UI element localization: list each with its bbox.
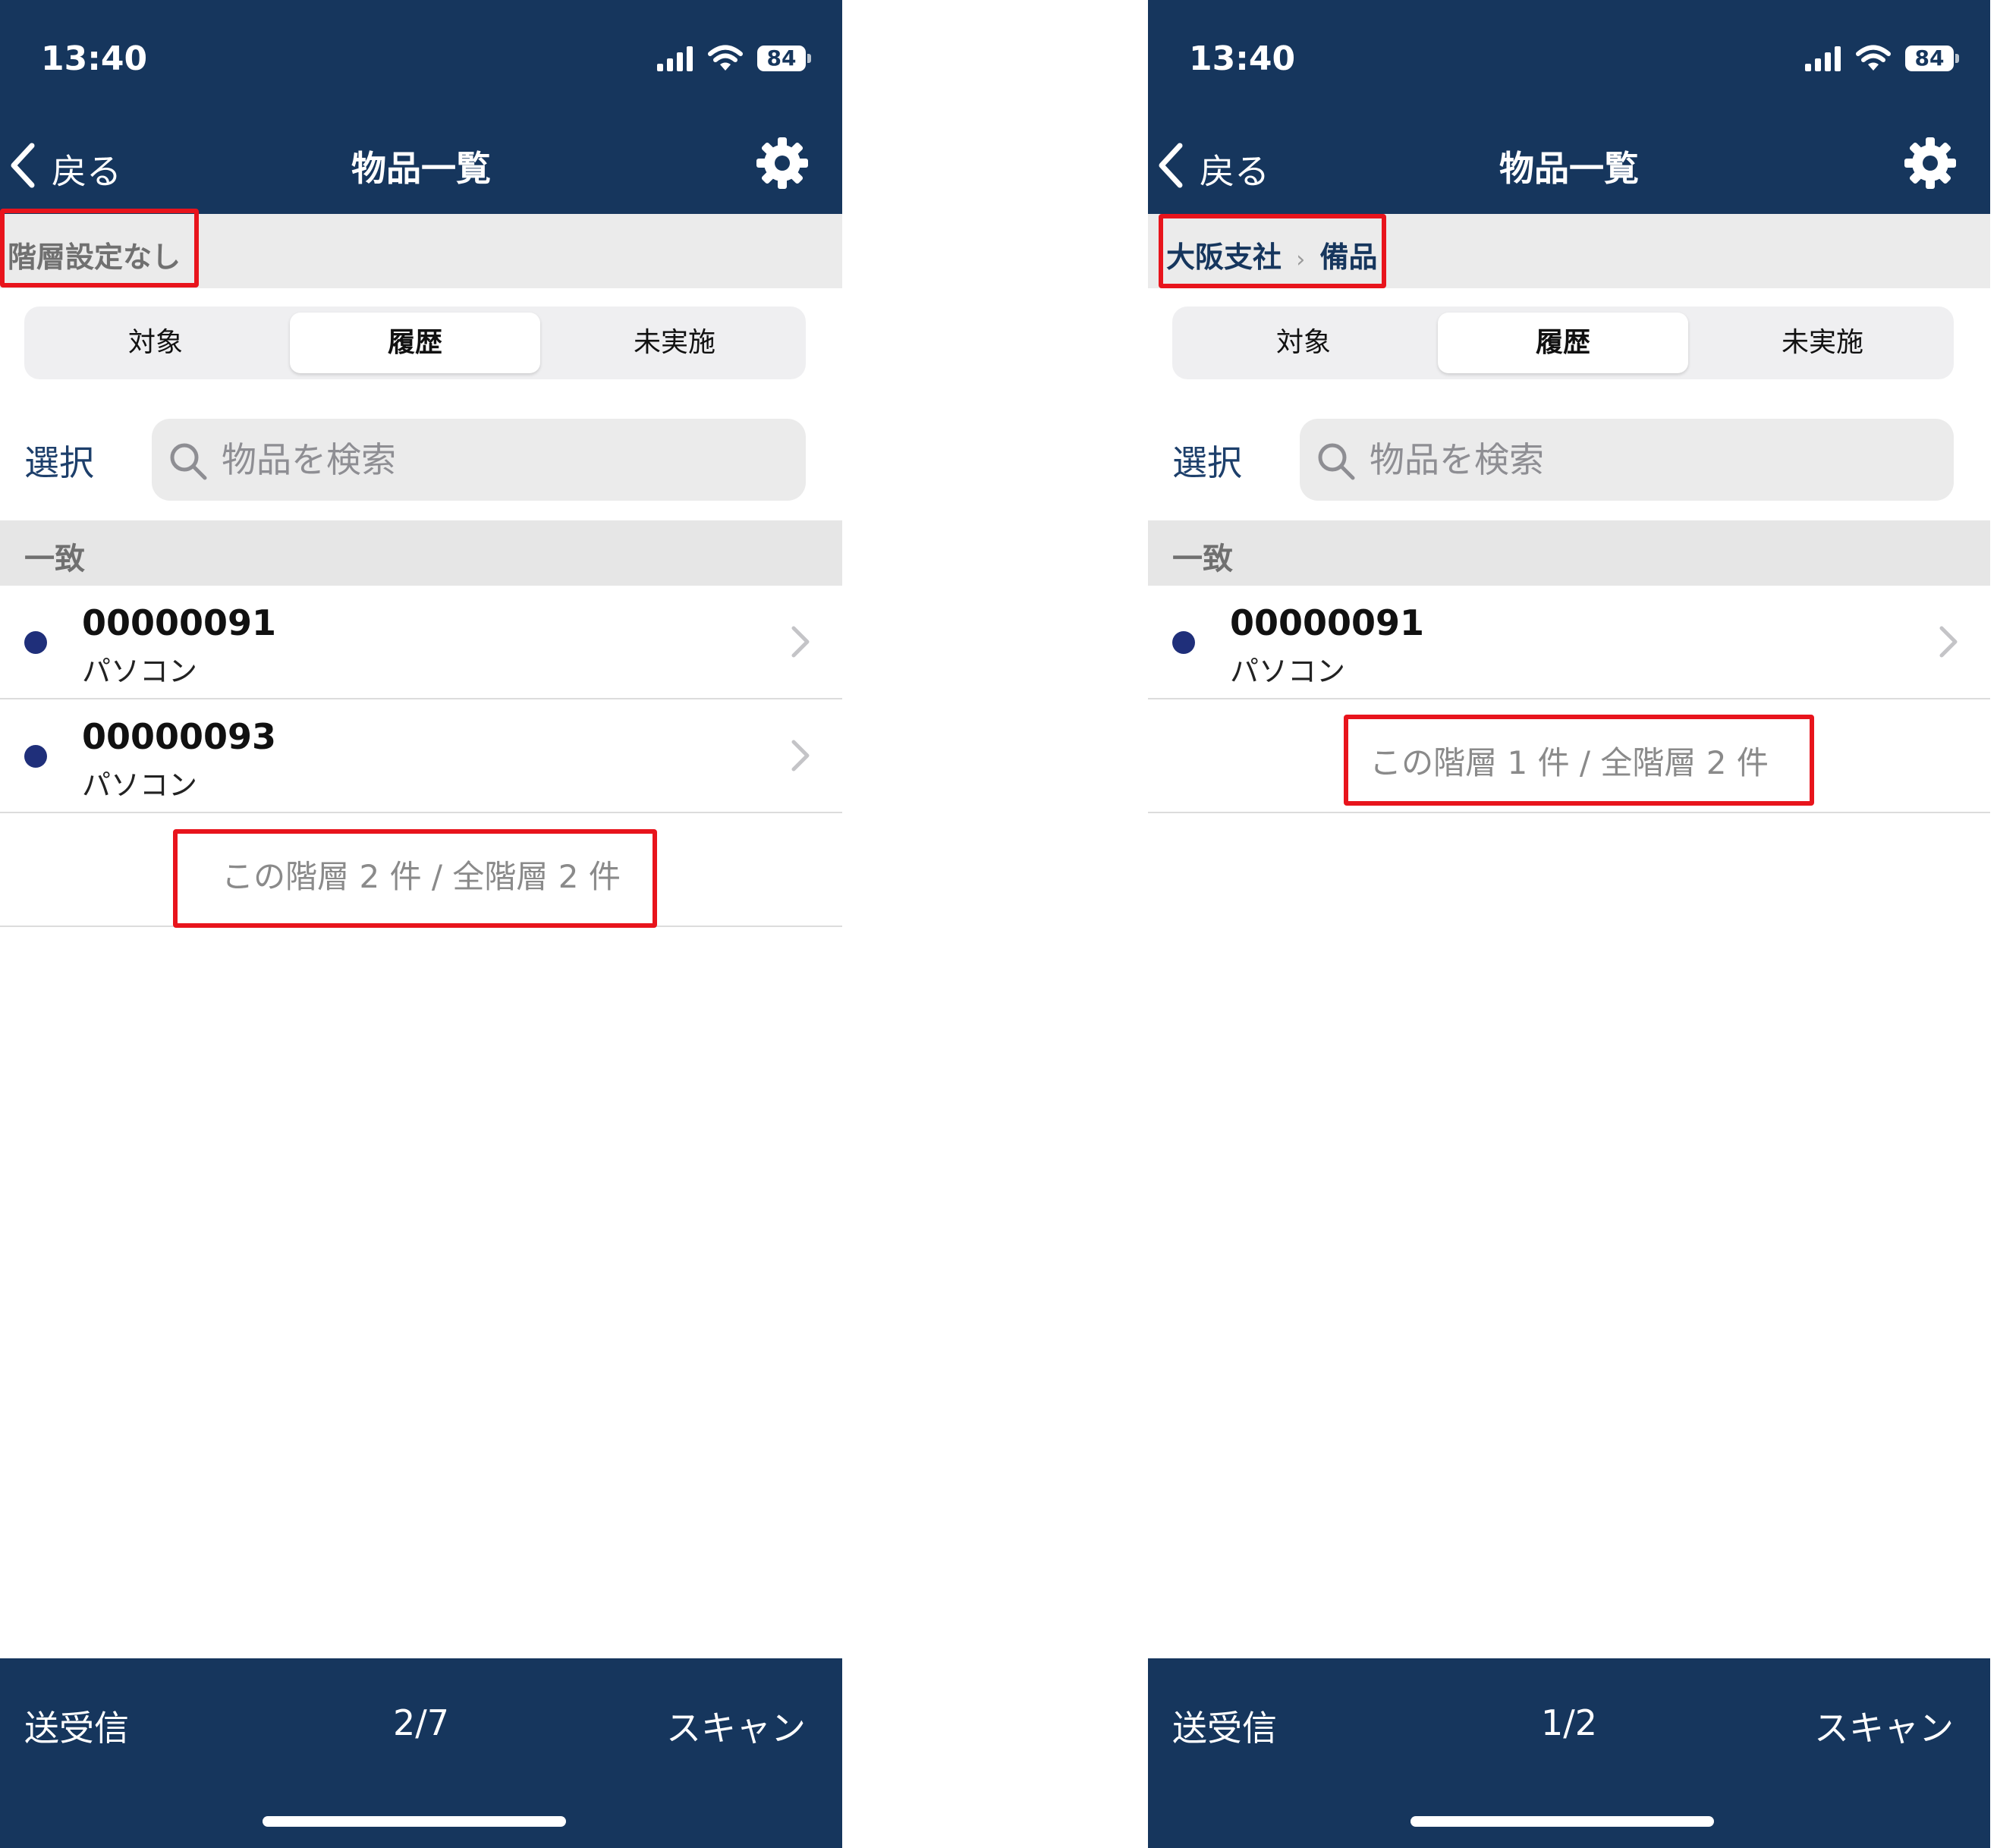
scan-button[interactable]: スキャン [666,1701,806,1751]
status-dot [24,745,47,768]
section-header-label: 一致 [24,542,85,577]
tab-target[interactable]: 対象 [1178,313,1429,373]
battery-nub [1955,54,1959,63]
home-indicator[interactable] [1410,1816,1714,1827]
highlight-box [173,829,657,928]
tab-target[interactable]: 対象 [30,313,281,373]
list-item[interactable]: 00000091 パソコン [0,586,842,699]
bottom-toolbar: 送受信 2/7 スキャン [0,1658,842,1848]
signal-icon [1805,46,1841,71]
highlight-box [1159,214,1386,288]
section-header-label: 一致 [1172,542,1233,577]
item-name: パソコン [1230,655,1346,688]
navigation-bar: 13:40 84 戻る 物品一覧 [0,0,842,214]
item-code: 00000093 [82,716,277,757]
highlight-box [1344,715,1814,806]
battery-nub [807,54,811,63]
tab-not-done[interactable]: 未実施 [1697,313,1948,373]
chevron-right-icon [1939,626,1958,658]
status-icons: 84 [1804,44,1963,80]
battery-icon: 84 [1905,46,1954,71]
status-dot [1172,631,1195,654]
item-name: パソコン [82,768,198,802]
wifi-icon [708,45,743,71]
phone-screen-left: 13:40 84 戻る 物品一覧 階層設定なし 対象 履歴 未実施 選択 物品を… [0,0,842,1848]
search-box[interactable] [152,419,806,501]
section-header: 一致 [0,520,842,586]
search-input[interactable] [1370,419,1931,501]
search-box[interactable] [1300,419,1954,501]
battery-icon: 84 [757,46,806,71]
item-code: 00000091 [82,602,277,643]
select-button[interactable]: 選択 [1172,435,1242,486]
tab-not-done[interactable]: 未実施 [549,313,800,373]
home-indicator[interactable] [263,1816,566,1827]
segmented-control: 対象 履歴 未実施 [1172,306,1954,379]
gear-icon [1904,137,1956,189]
page-title: 物品一覧 [1499,148,1639,189]
item-name: パソコン [82,655,198,688]
item-code: 00000091 [1230,602,1425,643]
highlight-box [0,209,199,288]
signal-icon [657,46,693,71]
status-dot [24,631,47,654]
chevron-right-icon [791,740,810,772]
status-time: 13:40 [1189,39,1296,78]
bottom-toolbar: 送受信 1/2 スキャン [1148,1658,1990,1848]
select-button[interactable]: 選択 [24,435,94,486]
list-item[interactable]: 00000093 パソコン [0,699,842,813]
status-time: 13:40 [41,39,148,78]
segmented-control: 対象 履歴 未実施 [24,306,806,379]
scan-button[interactable]: スキャン [1814,1701,1954,1751]
search-icon [1318,443,1355,480]
wifi-icon [1856,45,1891,71]
page-title: 物品一覧 [351,148,491,189]
phone-screen-right: 13:40 84 戻る 物品一覧 大阪支社 › 備品 対象 履歴 未実施 選択 … [1148,0,1990,1848]
gear-icon [756,137,808,189]
settings-button[interactable] [756,137,809,190]
search-input[interactable] [222,419,783,501]
tab-history[interactable]: 履歴 [1438,313,1688,373]
navigation-bar: 13:40 84 戻る 物品一覧 [1148,0,1990,214]
settings-button[interactable] [1904,137,1957,190]
chevron-right-icon [791,626,810,658]
section-header: 一致 [1148,520,1990,586]
tab-history[interactable]: 履歴 [290,313,540,373]
status-icons: 84 [656,44,815,80]
search-icon [170,443,207,480]
list-item[interactable]: 00000091 パソコン [1148,586,1990,699]
